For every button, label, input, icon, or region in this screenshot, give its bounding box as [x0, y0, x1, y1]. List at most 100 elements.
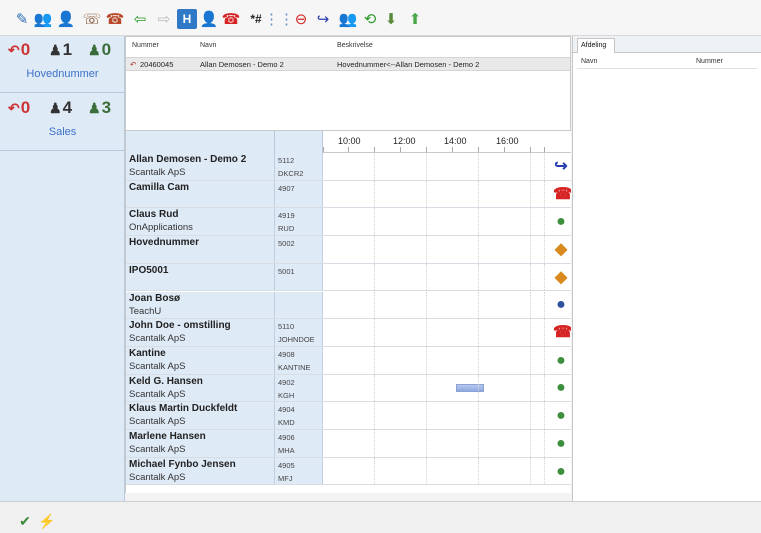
timeline-gridline: [544, 430, 545, 457]
calls-count: ↶0: [8, 40, 31, 59]
timeline-gridline: [426, 180, 427, 208]
user-away-icon[interactable]: ●: [553, 296, 569, 314]
contact-name-cell: Camilla Cam: [126, 180, 275, 208]
upload-icon[interactable]: ⬆: [405, 9, 425, 29]
contact-row[interactable]: Claus Rud OnApplications 4919 RUD ●: [126, 208, 571, 237]
user-disabled-icon[interactable]: 👤: [199, 9, 219, 29]
contact-initials: JOHNDOE: [278, 335, 315, 345]
user-available-icon[interactable]: ●: [553, 463, 569, 481]
edit-note-icon[interactable]: ✎: [12, 9, 32, 29]
timeline-tick: 14:00: [444, 136, 467, 146]
contact-row[interactable]: Joan Bosø TeachU ●: [126, 291, 571, 320]
hold-icon[interactable]: H: [177, 9, 197, 29]
timeline-gridline: [530, 319, 531, 346]
user-available-icon[interactable]: ●: [553, 407, 569, 425]
conference-disabled-icon[interactable]: 👥: [338, 9, 358, 29]
transfer-out-disabled-icon[interactable]: ⇨: [154, 9, 174, 29]
timeline-gridline: [544, 457, 545, 485]
contact-extension-cell: 4907: [275, 180, 323, 208]
toolbar: ✎ 👥 👤 ☏ ☎ ⇦ ⇨ H 👤 ☎ *# ⋮⋮ ⊖ ↪ 👥 ⟲ ⬇ ⬆: [0, 0, 761, 36]
group-users-icon[interactable]: 👥: [33, 9, 53, 29]
phone-icon: ↶: [8, 100, 20, 116]
timeline-gridline: [374, 346, 375, 374]
contact-row[interactable]: Allan Demosen - Demo 2 Scantalk ApS 5112 DK…: [126, 153, 571, 181]
group-hovednummer[interactable]: ↶0 ♟1 ♟0 Hovednummer: [0, 36, 125, 93]
timeline-gridline: [374, 374, 375, 402]
timeline-gridline: [544, 346, 545, 374]
contact-row[interactable]: Michael Fynbo Jensen Scantalk ApS 4905 MFJ ●: [126, 457, 571, 486]
timeline-gridline: [426, 319, 427, 346]
contact-row[interactable]: Keld G. Hansen Scantalk ApS 4902 KGH ●: [126, 374, 571, 403]
contact-extension: 5001: [278, 266, 295, 276]
contact-extension: 4908: [278, 349, 295, 359]
timeline-gridline: [530, 346, 531, 374]
contact-company: Scantalk ApS: [129, 444, 186, 455]
group-name: Sales: [48, 126, 77, 138]
column-header-name[interactable]: Navn: [200, 42, 216, 49]
user-available-icon[interactable]: ●: [553, 379, 569, 397]
contact-extension-cell: 5112 DKCR2: [275, 153, 323, 180]
check-icon[interactable]: ✔: [16, 512, 34, 530]
contact-row[interactable]: Hovednummer 5002 ◆: [126, 236, 571, 264]
contact-company: Scantalk ApS: [129, 167, 186, 178]
timeline-gridline: [374, 319, 375, 346]
busy-user-icon: ♟: [49, 42, 62, 58]
forward-icon[interactable]: ↪: [313, 9, 333, 29]
timeline-gridline: [426, 153, 427, 180]
user-available-icon[interactable]: ●: [553, 352, 569, 370]
contact-name-cell: Hovednummer: [126, 236, 275, 263]
column-header-description[interactable]: Beskrivelse: [337, 42, 373, 49]
dtmf-star-hash-icon[interactable]: *#: [246, 9, 266, 29]
contact-row[interactable]: IPO5001 5001 ◆: [126, 263, 571, 292]
contact-name: Keld G. Hansen: [129, 375, 203, 387]
timeline-gridline: [426, 457, 427, 485]
contact-row[interactable]: Kantine Scantalk ApS 4908 KANTINE ●: [126, 346, 571, 375]
call-description: Hovednummer<--Allan Demosen - Demo 2: [337, 60, 480, 69]
column-header-number[interactable]: Nummer: [696, 58, 723, 65]
connection-icon[interactable]: ⚡: [38, 512, 56, 530]
timeline-tick-mark: [544, 147, 545, 152]
user-call-icon[interactable]: ☎: [105, 9, 125, 29]
hangup-icon[interactable]: ☎: [221, 9, 241, 29]
contact-row[interactable]: Klaus Martin Duckfeldt Scantalk ApS 4904 KM…: [126, 402, 571, 430]
do-not-disturb-icon[interactable]: ⊖: [291, 9, 311, 29]
user-available-icon[interactable]: ●: [553, 435, 569, 453]
department-header: Navn Nummer: [577, 55, 757, 69]
contact-name: Klaus Martin Duckfeldt: [129, 403, 238, 415]
forward-icon[interactable]: ↪: [553, 158, 569, 176]
back-icon[interactable]: ⟲: [360, 9, 380, 29]
transfer-in-icon[interactable]: ⇦: [130, 9, 150, 29]
name-column-header[interactable]: [126, 131, 275, 153]
group-icon[interactable]: ◆: [553, 269, 569, 287]
contact-initials: DKCR2: [278, 169, 304, 178]
user-phone-icon[interactable]: ☏: [82, 9, 102, 29]
timeline-gridline: [544, 291, 545, 319]
contact-row[interactable]: Camilla Cam 4907 ☎: [126, 180, 571, 209]
group-icon[interactable]: ◆: [553, 241, 569, 259]
user-grey-icon[interactable]: 👤: [56, 9, 76, 29]
call-row[interactable]: ↶ 20460045 Allan Demosen - Demo 2 Hovedn…: [126, 57, 570, 71]
contact-row[interactable]: Marlene Hansen Scantalk ApS 4906 MHA ●: [126, 430, 571, 458]
keypad-icon[interactable]: ⋮⋮: [264, 9, 294, 29]
contact-list[interactable]: Allan Demosen - Demo 2 Scantalk ApS 5112 DK…: [125, 153, 571, 493]
column-header-name[interactable]: Navn: [581, 58, 597, 65]
download-icon[interactable]: ⬇: [381, 9, 401, 29]
timeline-tick: 16:00: [496, 136, 519, 146]
busy-user-icon: ♟: [49, 100, 62, 116]
contact-extension-cell: 5001: [275, 263, 323, 291]
contact-name-cell: John Doe - omstilling Scantalk ApS: [126, 319, 275, 346]
contact-row[interactable]: John Doe - omstilling Scantalk ApS 5110 JOH…: [126, 319, 571, 347]
contact-name: Allan Demosen - Demo 2: [129, 154, 247, 165]
timeline-gridline: [426, 236, 427, 263]
timeline-gridline: [374, 236, 375, 263]
contact-extension: 5110: [278, 322, 295, 332]
group-sales[interactable]: ↶0 ♟4 ♟3 Sales: [0, 94, 125, 151]
tab-afdeling[interactable]: Afdeling: [577, 38, 615, 53]
user-available-icon[interactable]: ●: [553, 213, 569, 231]
column-header-number[interactable]: Nummer: [132, 42, 159, 49]
phone-busy-icon[interactable]: ☎: [553, 186, 571, 204]
extension-column-header[interactable]: [275, 131, 323, 153]
phone-busy-icon[interactable]: ☎: [553, 324, 571, 342]
contact-extension-cell: 4906 MHA: [275, 430, 323, 457]
contact-name: Marlene Hansen: [129, 431, 206, 442]
